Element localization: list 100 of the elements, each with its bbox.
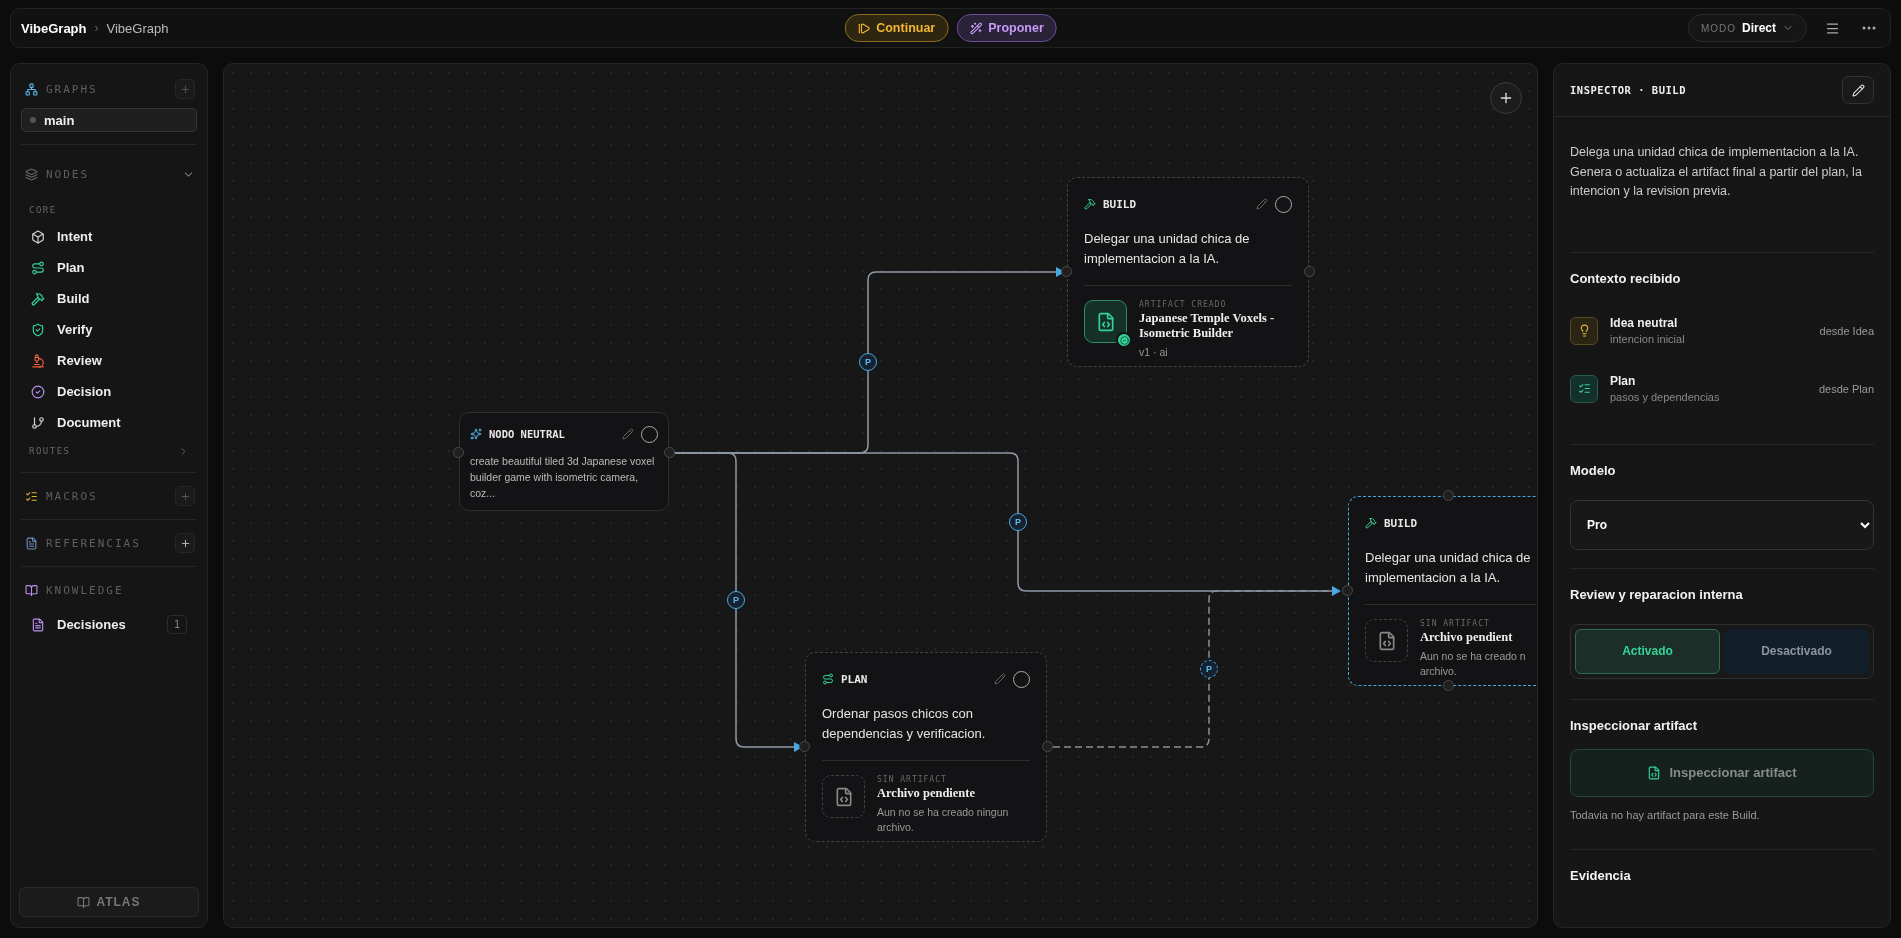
network-icon [25,82,38,96]
build-node[interactable]: BUILD Delegar una unidad chica de implementacion a la IA. SIN ARTIFACT Archivo pendient Aun no se ha creado n archivo. [1348,496,1537,686]
artifact-status: SIN ARTIFACT [1420,619,1491,628]
node-type-item[interactable]: Document [19,407,199,438]
microscope-icon [31,353,45,368]
plus-icon [179,490,191,502]
edit-icon[interactable] [994,673,1006,685]
edit-icon[interactable] [1256,198,1268,210]
section-title: KNOWLEDGE [46,583,125,597]
graph-item[interactable]: main [21,108,197,132]
section-heading: Contexto recibido [1570,270,1682,286]
inspector-title: INSPECTOR · BUILD [1570,84,1686,96]
artifact-status: SIN ARTIFACT [877,775,948,784]
section-title: REFERENCIAS [46,536,142,550]
hammer-icon [31,291,45,306]
menu-icon [1825,20,1840,36]
plan-node[interactable]: PLAN Ordenar pasos chicos con dependencias y verificacion. SIN ARTIFACT Archivo pendiente Aun no se ha creado ningun archivo. [805,652,1047,842]
top-port[interactable] [1443,490,1454,501]
breadcrumb-link[interactable]: VibeGraph [106,20,169,36]
plus-icon [1498,90,1514,106]
artifact-meta: Aun no se ha creado n archivo. [1420,649,1526,679]
input-port[interactable] [799,741,810,752]
section-title: GRAPHS [46,82,99,96]
document-icon [25,536,38,550]
group-label: ROUTES [29,446,72,456]
inspect-artifact-button[interactable]: Inspeccionar artifact [1570,748,1874,797]
node-type-item[interactable]: Intent [19,221,199,252]
step-forward-icon [857,21,871,35]
section-title: NODES [46,167,91,181]
check-circle-icon [31,384,45,399]
artifact-name: Archivo pendiente [877,786,977,801]
section-heading: Modelo [1570,462,1617,478]
node-type-item[interactable]: Verify [19,314,199,345]
list-glyph [1577,382,1591,395]
model-select[interactable]: Pro [1570,499,1874,550]
propose-button[interactable]: Proponer [956,14,1057,42]
check-badge [1116,332,1132,348]
edit-button[interactable] [1842,76,1874,104]
input-port[interactable] [453,447,464,458]
breadcrumb-link[interactable]: VibeGraph [21,20,87,36]
book-icon [77,895,91,909]
section-heading: Review y reparacion interna [1570,586,1744,602]
input-port[interactable] [1342,585,1353,596]
magic-wand-icon [969,21,983,35]
plus-icon [179,537,191,549]
output-port[interactable] [1042,741,1053,752]
artifact-status: ARTIFACT CREADO [1139,300,1228,309]
book-icon [25,583,38,597]
toggle-option[interactable]: Activado [1575,628,1720,674]
context-subtitle: intencion inicial [1610,333,1685,345]
output-port[interactable] [1304,266,1315,277]
node-title: PLAN [841,672,869,686]
route-icon [822,673,834,685]
build-node[interactable]: BUILD Delegar una unidad chica de implementacion a la IA. ARTIFACT CREADO Japanese Temple Voxels - Isometric Builder v1 · ai [1067,177,1309,367]
edit-icon[interactable] [622,428,634,440]
artifact-meta: v1 · ai [1139,345,1169,360]
continue-button[interactable]: Continuar [844,14,949,42]
mode-dropdown[interactable]: MODO Direct [1687,14,1807,42]
atlas-button[interactable]: ATLAS [19,887,199,917]
section-title: MACROS [46,489,99,503]
section-heading: Evidencia [1570,867,1632,883]
node-description: create beautiful tiled 3d Japanese voxel builder game with isometric camera, coz... [470,454,656,501]
artifact-meta: Aun no se ha creado ningun archivo. [877,805,1010,835]
add-node-button[interactable] [1490,82,1522,114]
output-port[interactable] [664,447,675,458]
pencil-icon [1851,83,1865,97]
node-title: BUILD [1103,197,1138,211]
node-type-item[interactable]: Review [19,345,199,376]
artifact-name: Archivo pendient [1420,630,1514,645]
group-label: CORE [28,205,58,215]
context-title: Plan [1610,374,1637,388]
edge-label[interactable]: P [727,591,745,609]
context-subtitle: pasos y dependencias [1610,391,1720,403]
document-icon [31,617,45,632]
checklist-icon [25,489,38,503]
neutral-node[interactable]: NODO NEUTRAL create beautiful tiled 3d Japanese voxel builder game with isometric camera, coz... [459,412,669,511]
route-icon [31,260,45,275]
node-title: BUILD [1384,516,1419,530]
shield-icon [31,322,45,337]
node-description: Delegar una unidad chica de implementacion a la IA. [1084,230,1251,268]
node-type-item[interactable]: Decision [19,376,199,407]
context-source: desde Plan [1818,382,1874,395]
node-type-item[interactable]: Plan [19,252,199,283]
knowledge-item[interactable]: Decisiones 1 [19,609,199,640]
node-description: Ordenar pasos chicos con dependencias y verificacion. [822,705,987,743]
code-file-icon [1647,765,1662,780]
edge-label[interactable]: P [859,353,877,371]
add-button[interactable] [175,533,195,553]
toggle-option[interactable]: Desactivado [1724,628,1869,674]
edge-label[interactable]: P [1200,660,1218,678]
layers-icon [25,167,38,181]
bottom-port[interactable] [1443,680,1454,691]
node-type-item[interactable]: Build [19,283,199,314]
inspector-description: Delega una unidad chica de implementacion a la IA. Genera o actualiza el artifact final a partir del plan, la intencion y la revision previa. [1570,144,1863,200]
hammer-icon [1365,517,1377,529]
edge-label[interactable]: P [1009,513,1027,531]
context-source: desde Idea [1819,324,1874,337]
input-port[interactable] [1061,266,1072,277]
cube-icon [31,229,45,244]
node-title: NODO NEUTRAL [489,428,566,440]
